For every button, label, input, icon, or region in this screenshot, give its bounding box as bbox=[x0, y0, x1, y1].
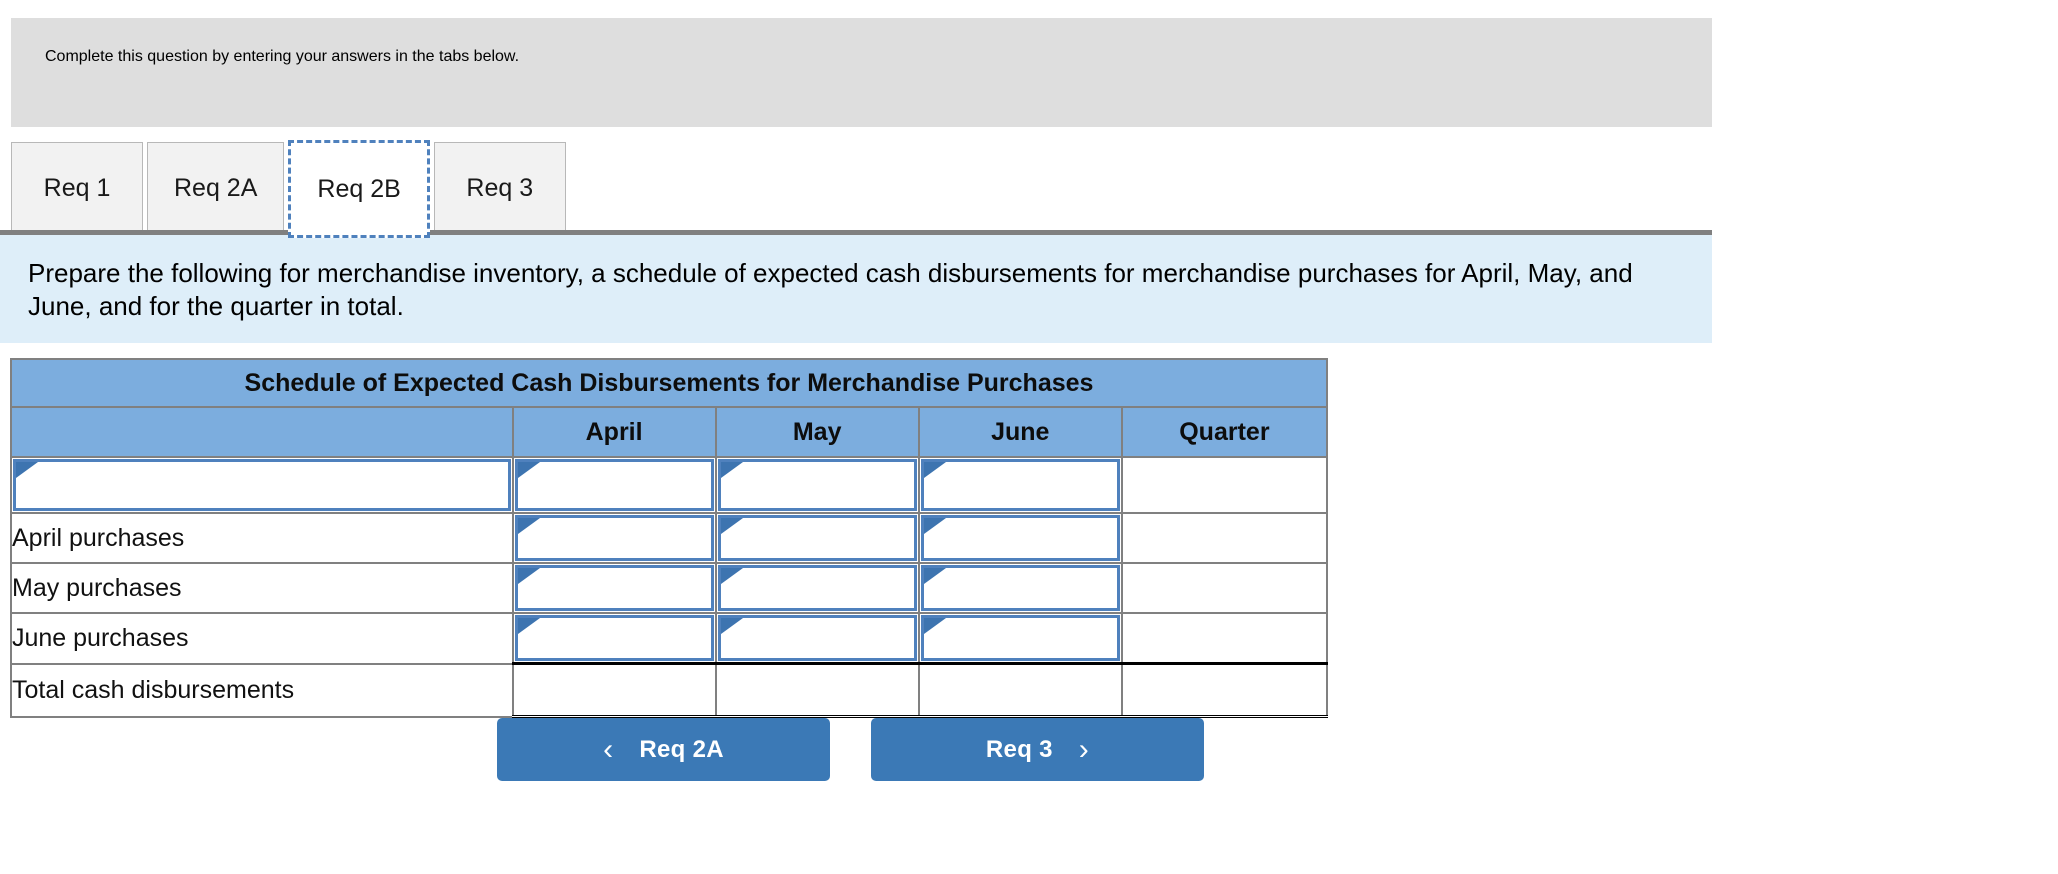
cell-june[interactable] bbox=[917, 562, 1123, 614]
amount-input[interactable] bbox=[717, 565, 917, 611]
column-header-quarter: Quarter bbox=[1120, 406, 1329, 458]
column-header-may: May bbox=[714, 406, 920, 458]
cell-flag-icon bbox=[720, 618, 743, 634]
cell-quarter bbox=[1120, 456, 1329, 514]
row-label-april-purchases: April purchases bbox=[10, 512, 514, 564]
cell-april[interactable] bbox=[511, 512, 717, 564]
cell-june[interactable] bbox=[917, 612, 1123, 665]
amount-input[interactable] bbox=[920, 565, 1120, 611]
cell-june[interactable] bbox=[917, 456, 1123, 514]
column-header-june: June bbox=[917, 406, 1123, 458]
amount-input[interactable] bbox=[920, 515, 1120, 561]
tab-label: Req 2B bbox=[317, 174, 401, 203]
tab-req-1[interactable]: Req 1 bbox=[11, 142, 143, 234]
previous-requirement-label: Req 2A bbox=[639, 735, 724, 763]
cell-flag-icon bbox=[517, 462, 540, 478]
cell-flag-icon bbox=[720, 568, 743, 584]
cash-disbursements-worksheet: Schedule of Expected Cash Disbursements … bbox=[10, 358, 1329, 718]
amount-input[interactable] bbox=[920, 615, 1120, 661]
amount-input[interactable] bbox=[920, 459, 1120, 511]
requirement-description-text: Prepare the following for merchandise in… bbox=[28, 258, 1633, 322]
cell-flag-icon bbox=[923, 618, 946, 634]
total-cell-may bbox=[714, 662, 920, 718]
total-cell-june bbox=[917, 662, 1123, 718]
cell-flag-icon bbox=[923, 518, 946, 534]
cell-flag-icon bbox=[720, 518, 743, 534]
cell-flag-icon bbox=[517, 568, 540, 584]
tab-label: Req 2A bbox=[174, 174, 258, 202]
cell-quarter bbox=[1120, 562, 1329, 614]
total-cell-quarter bbox=[1120, 662, 1329, 718]
table-row: June purchases bbox=[10, 612, 1329, 665]
cell-may[interactable] bbox=[714, 562, 920, 614]
cell-april[interactable] bbox=[511, 456, 717, 514]
cell-flag-icon bbox=[923, 568, 946, 584]
next-requirement-label: Req 3 bbox=[985, 735, 1053, 763]
cell-flag-icon bbox=[16, 462, 38, 478]
cell-may[interactable] bbox=[714, 512, 920, 564]
cell-flag-icon bbox=[720, 462, 743, 478]
cell-may[interactable] bbox=[714, 456, 920, 514]
tab-label: Req 1 bbox=[43, 174, 111, 202]
cell-flag-icon bbox=[517, 518, 540, 534]
tab-label: Req 3 bbox=[466, 174, 534, 202]
row-label-input-cell[interactable] bbox=[10, 456, 514, 514]
amount-input[interactable] bbox=[717, 615, 917, 661]
total-cell-april bbox=[511, 662, 717, 718]
requirement-description: Prepare the following for merchandise in… bbox=[0, 235, 1712, 343]
cell-april[interactable] bbox=[511, 612, 717, 665]
amount-input[interactable] bbox=[514, 459, 714, 511]
cell-flag-icon bbox=[923, 462, 946, 478]
table-row: May purchases bbox=[10, 562, 1329, 614]
worksheet-title-row: Schedule of Expected Cash Disbursements … bbox=[10, 358, 1328, 408]
cell-quarter bbox=[1120, 612, 1329, 665]
table-row: April purchases bbox=[10, 512, 1329, 564]
requirement-navigation: ‹ Req 2A Req 3 › bbox=[497, 718, 1204, 781]
cell-april[interactable] bbox=[511, 562, 717, 614]
amount-input[interactable] bbox=[514, 565, 714, 611]
column-header-blank bbox=[10, 406, 514, 458]
cell-may[interactable] bbox=[714, 612, 920, 665]
question-banner-text: Complete this question by entering your … bbox=[45, 48, 520, 65]
table-row bbox=[10, 456, 1329, 514]
amount-input[interactable] bbox=[514, 615, 714, 661]
column-header-april: April bbox=[511, 406, 717, 458]
amount-input[interactable] bbox=[514, 515, 714, 561]
next-requirement-button[interactable]: Req 3 › bbox=[871, 718, 1204, 781]
row-label-input[interactable] bbox=[13, 459, 511, 511]
amount-input[interactable] bbox=[717, 459, 917, 511]
amount-input[interactable] bbox=[717, 515, 917, 561]
question-banner: Complete this question by entering your … bbox=[11, 18, 1712, 127]
cell-june[interactable] bbox=[917, 512, 1123, 564]
tab-req-2a[interactable]: Req 2A bbox=[147, 142, 285, 234]
chevron-left-icon: ‹ bbox=[603, 732, 614, 766]
tab-req-3[interactable]: Req 3 bbox=[433, 142, 566, 234]
worksheet-column-header-row: April May June Quarter bbox=[10, 406, 1329, 458]
cell-flag-icon bbox=[517, 618, 540, 634]
previous-requirement-button[interactable]: ‹ Req 2A bbox=[497, 718, 830, 781]
table-row-total: Total cash disbursements bbox=[10, 662, 1329, 718]
worksheet-title: Schedule of Expected Cash Disbursements … bbox=[10, 358, 1328, 408]
row-label-total-cash-disbursements: Total cash disbursements bbox=[10, 662, 514, 718]
chevron-right-icon: › bbox=[1078, 732, 1090, 766]
tab-req-2b[interactable]: Req 2B bbox=[288, 140, 430, 238]
row-label-may-purchases: May purchases bbox=[10, 562, 514, 614]
requirement-tabs: Req 1 Req 2A Req 2B Req 3 bbox=[11, 140, 570, 238]
cell-quarter bbox=[1120, 512, 1329, 564]
row-label-june-purchases: June purchases bbox=[10, 612, 514, 665]
